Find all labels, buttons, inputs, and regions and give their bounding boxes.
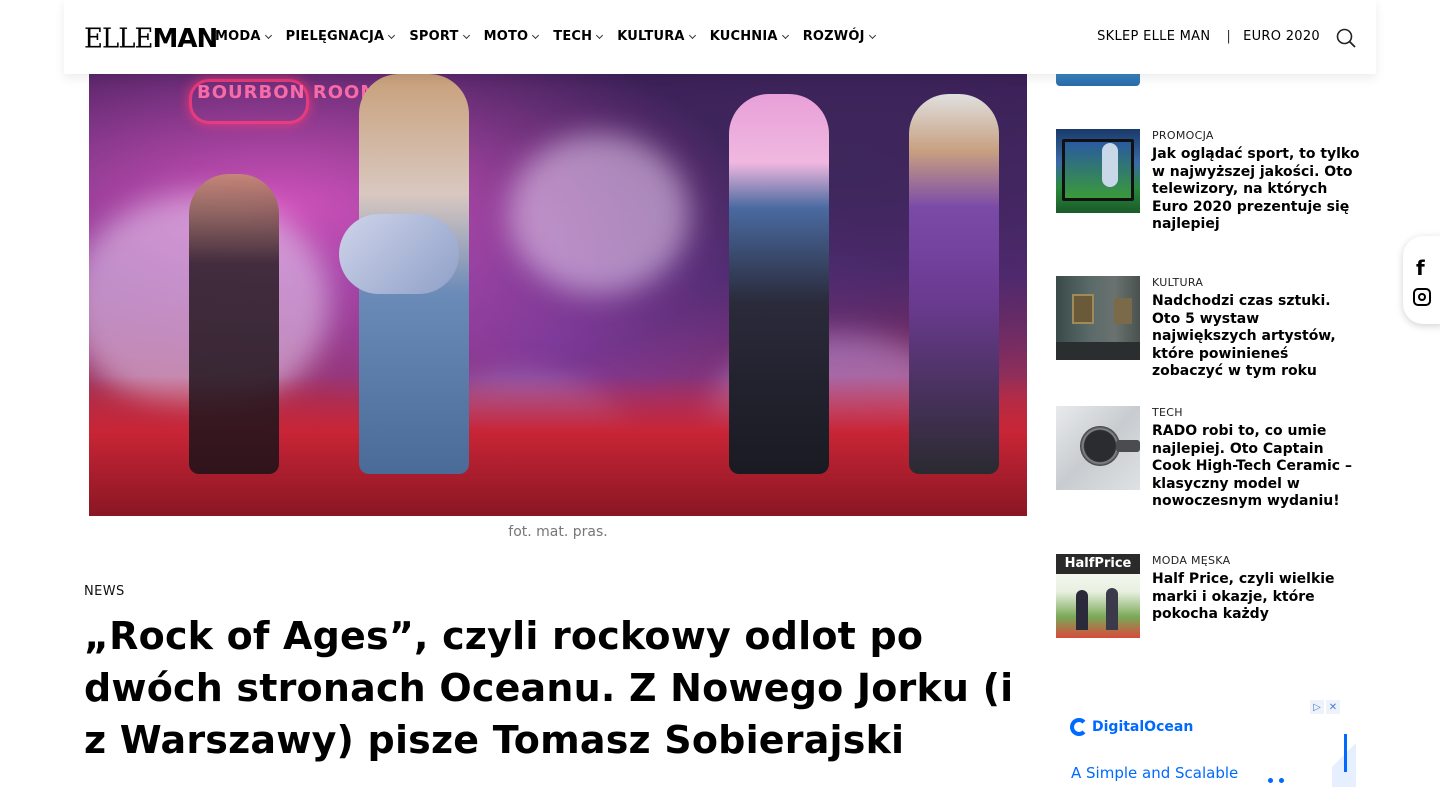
sidebar-article-category[interactable]: TECH bbox=[1152, 406, 1362, 419]
article-thumbnail[interactable] bbox=[1056, 406, 1140, 490]
shop-link[interactable]: SKLEP ELLE MAN bbox=[1097, 29, 1210, 44]
nav-label: ROZWÓJ bbox=[802, 29, 865, 44]
image-caption: fot. mat. pras. bbox=[508, 524, 608, 540]
nav-item-pielegnacja[interactable]: PIELĘGNACJA bbox=[285, 29, 396, 44]
guitar-shape bbox=[339, 214, 459, 294]
ad-close-icon[interactable]: ✕ bbox=[1326, 700, 1340, 714]
link-separator: | bbox=[1226, 29, 1232, 44]
instagram-icon[interactable] bbox=[1413, 288, 1431, 306]
chevron-down-icon bbox=[688, 31, 696, 39]
ad-brand: DigitalOcean bbox=[1070, 718, 1193, 736]
performer-figure bbox=[729, 94, 829, 474]
article-thumbnail[interactable] bbox=[1056, 129, 1140, 213]
article-thumbnail[interactable]: HalfPrice bbox=[1056, 554, 1140, 638]
digitalocean-logo-icon bbox=[1070, 718, 1088, 736]
sidebar-article-title[interactable]: Half Price, czyli wielkie marki i okazje… bbox=[1152, 571, 1362, 624]
thumbnail-text: HalfPrice bbox=[1056, 554, 1140, 574]
search-icon[interactable] bbox=[1336, 28, 1356, 48]
article-title: „Rock of Ages”, czyli rockowy odlot po d… bbox=[84, 614, 1014, 762]
sidebar-article-category[interactable]: MODA MĘSKA bbox=[1152, 554, 1362, 567]
chevron-down-icon bbox=[596, 31, 604, 39]
nav-label: KULTURA bbox=[617, 29, 685, 44]
chevron-down-icon bbox=[462, 31, 470, 39]
chevron-down-icon bbox=[388, 31, 396, 39]
nav-item-kuchnia[interactable]: KUCHNIA bbox=[709, 29, 789, 44]
sidebar-article-title[interactable]: Nadchodzi czas sztuki. Oto 5 wystaw najw… bbox=[1152, 293, 1362, 381]
ad-tagline: A Simple and Scalable bbox=[1071, 764, 1239, 782]
main-nav: MODA PIELĘGNACJA SPORT MOTO TECH KULTURA… bbox=[215, 29, 890, 44]
chevron-down-icon bbox=[781, 31, 789, 39]
site-header: ELLE MAN MODA PIELĘGNACJA SPORT MOTO TEC… bbox=[64, 0, 1376, 74]
performer-figure bbox=[909, 94, 999, 474]
stage-smoke bbox=[509, 134, 689, 294]
nav-label: TECH bbox=[553, 29, 593, 44]
site-logo[interactable]: ELLE MAN bbox=[84, 23, 219, 55]
sidebar-article-title[interactable]: RADO robi to, co umie najlepiej. Oto Cap… bbox=[1152, 423, 1362, 511]
social-share-bar: f bbox=[1403, 236, 1440, 324]
advertisement-banner[interactable]: ▷ ✕ DigitalOcean A Simple and Scalable bbox=[1056, 700, 1356, 787]
nav-item-kultura[interactable]: KULTURA bbox=[617, 29, 696, 44]
ad-decoration-shape bbox=[1332, 730, 1356, 787]
ad-decoration-dots bbox=[1268, 778, 1284, 783]
logo-man: MAN bbox=[152, 24, 219, 54]
ad-info-icon[interactable]: ▷ bbox=[1310, 700, 1324, 714]
nav-item-sport[interactable]: SPORT bbox=[409, 29, 470, 44]
sidebar-article-category[interactable]: KULTURA bbox=[1152, 276, 1362, 289]
performer-figure bbox=[189, 174, 279, 474]
neon-sign-text: BOURBON ROOM bbox=[197, 82, 380, 103]
nav-item-moto[interactable]: MOTO bbox=[483, 29, 540, 44]
ad-choices: ▷ ✕ bbox=[1310, 700, 1340, 714]
article-thumbnail[interactable] bbox=[1056, 276, 1140, 360]
nav-label: MOTO bbox=[483, 29, 529, 44]
chevron-down-icon bbox=[532, 31, 540, 39]
sidebar-article-title[interactable]: Jak oglądać sport, to tylko w najwyższej… bbox=[1152, 146, 1362, 234]
facebook-icon[interactable]: f bbox=[1416, 256, 1425, 280]
nav-label: PIELĘGNACJA bbox=[285, 29, 385, 44]
nav-label: MODA bbox=[215, 29, 261, 44]
article-category[interactable]: NEWS bbox=[84, 584, 125, 599]
sidebar-article-category[interactable]: PROMOCJA bbox=[1152, 129, 1362, 142]
header-links: SKLEP ELLE MAN | EURO 2020 bbox=[1097, 29, 1320, 44]
nav-label: SPORT bbox=[409, 29, 459, 44]
chevron-down-icon bbox=[868, 31, 876, 39]
ad-brand-name: DigitalOcean bbox=[1092, 719, 1194, 735]
nav-label: KUCHNIA bbox=[709, 29, 778, 44]
logo-elle: ELLE bbox=[84, 23, 153, 55]
nav-item-moda[interactable]: MODA bbox=[215, 29, 272, 44]
nav-item-tech[interactable]: TECH bbox=[553, 29, 604, 44]
chevron-down-icon bbox=[264, 31, 272, 39]
article-hero-image: BOURBON ROOM bbox=[89, 74, 1027, 516]
euro-link[interactable]: EURO 2020 bbox=[1243, 29, 1320, 44]
nav-item-rozwoj[interactable]: ROZWÓJ bbox=[802, 29, 876, 44]
